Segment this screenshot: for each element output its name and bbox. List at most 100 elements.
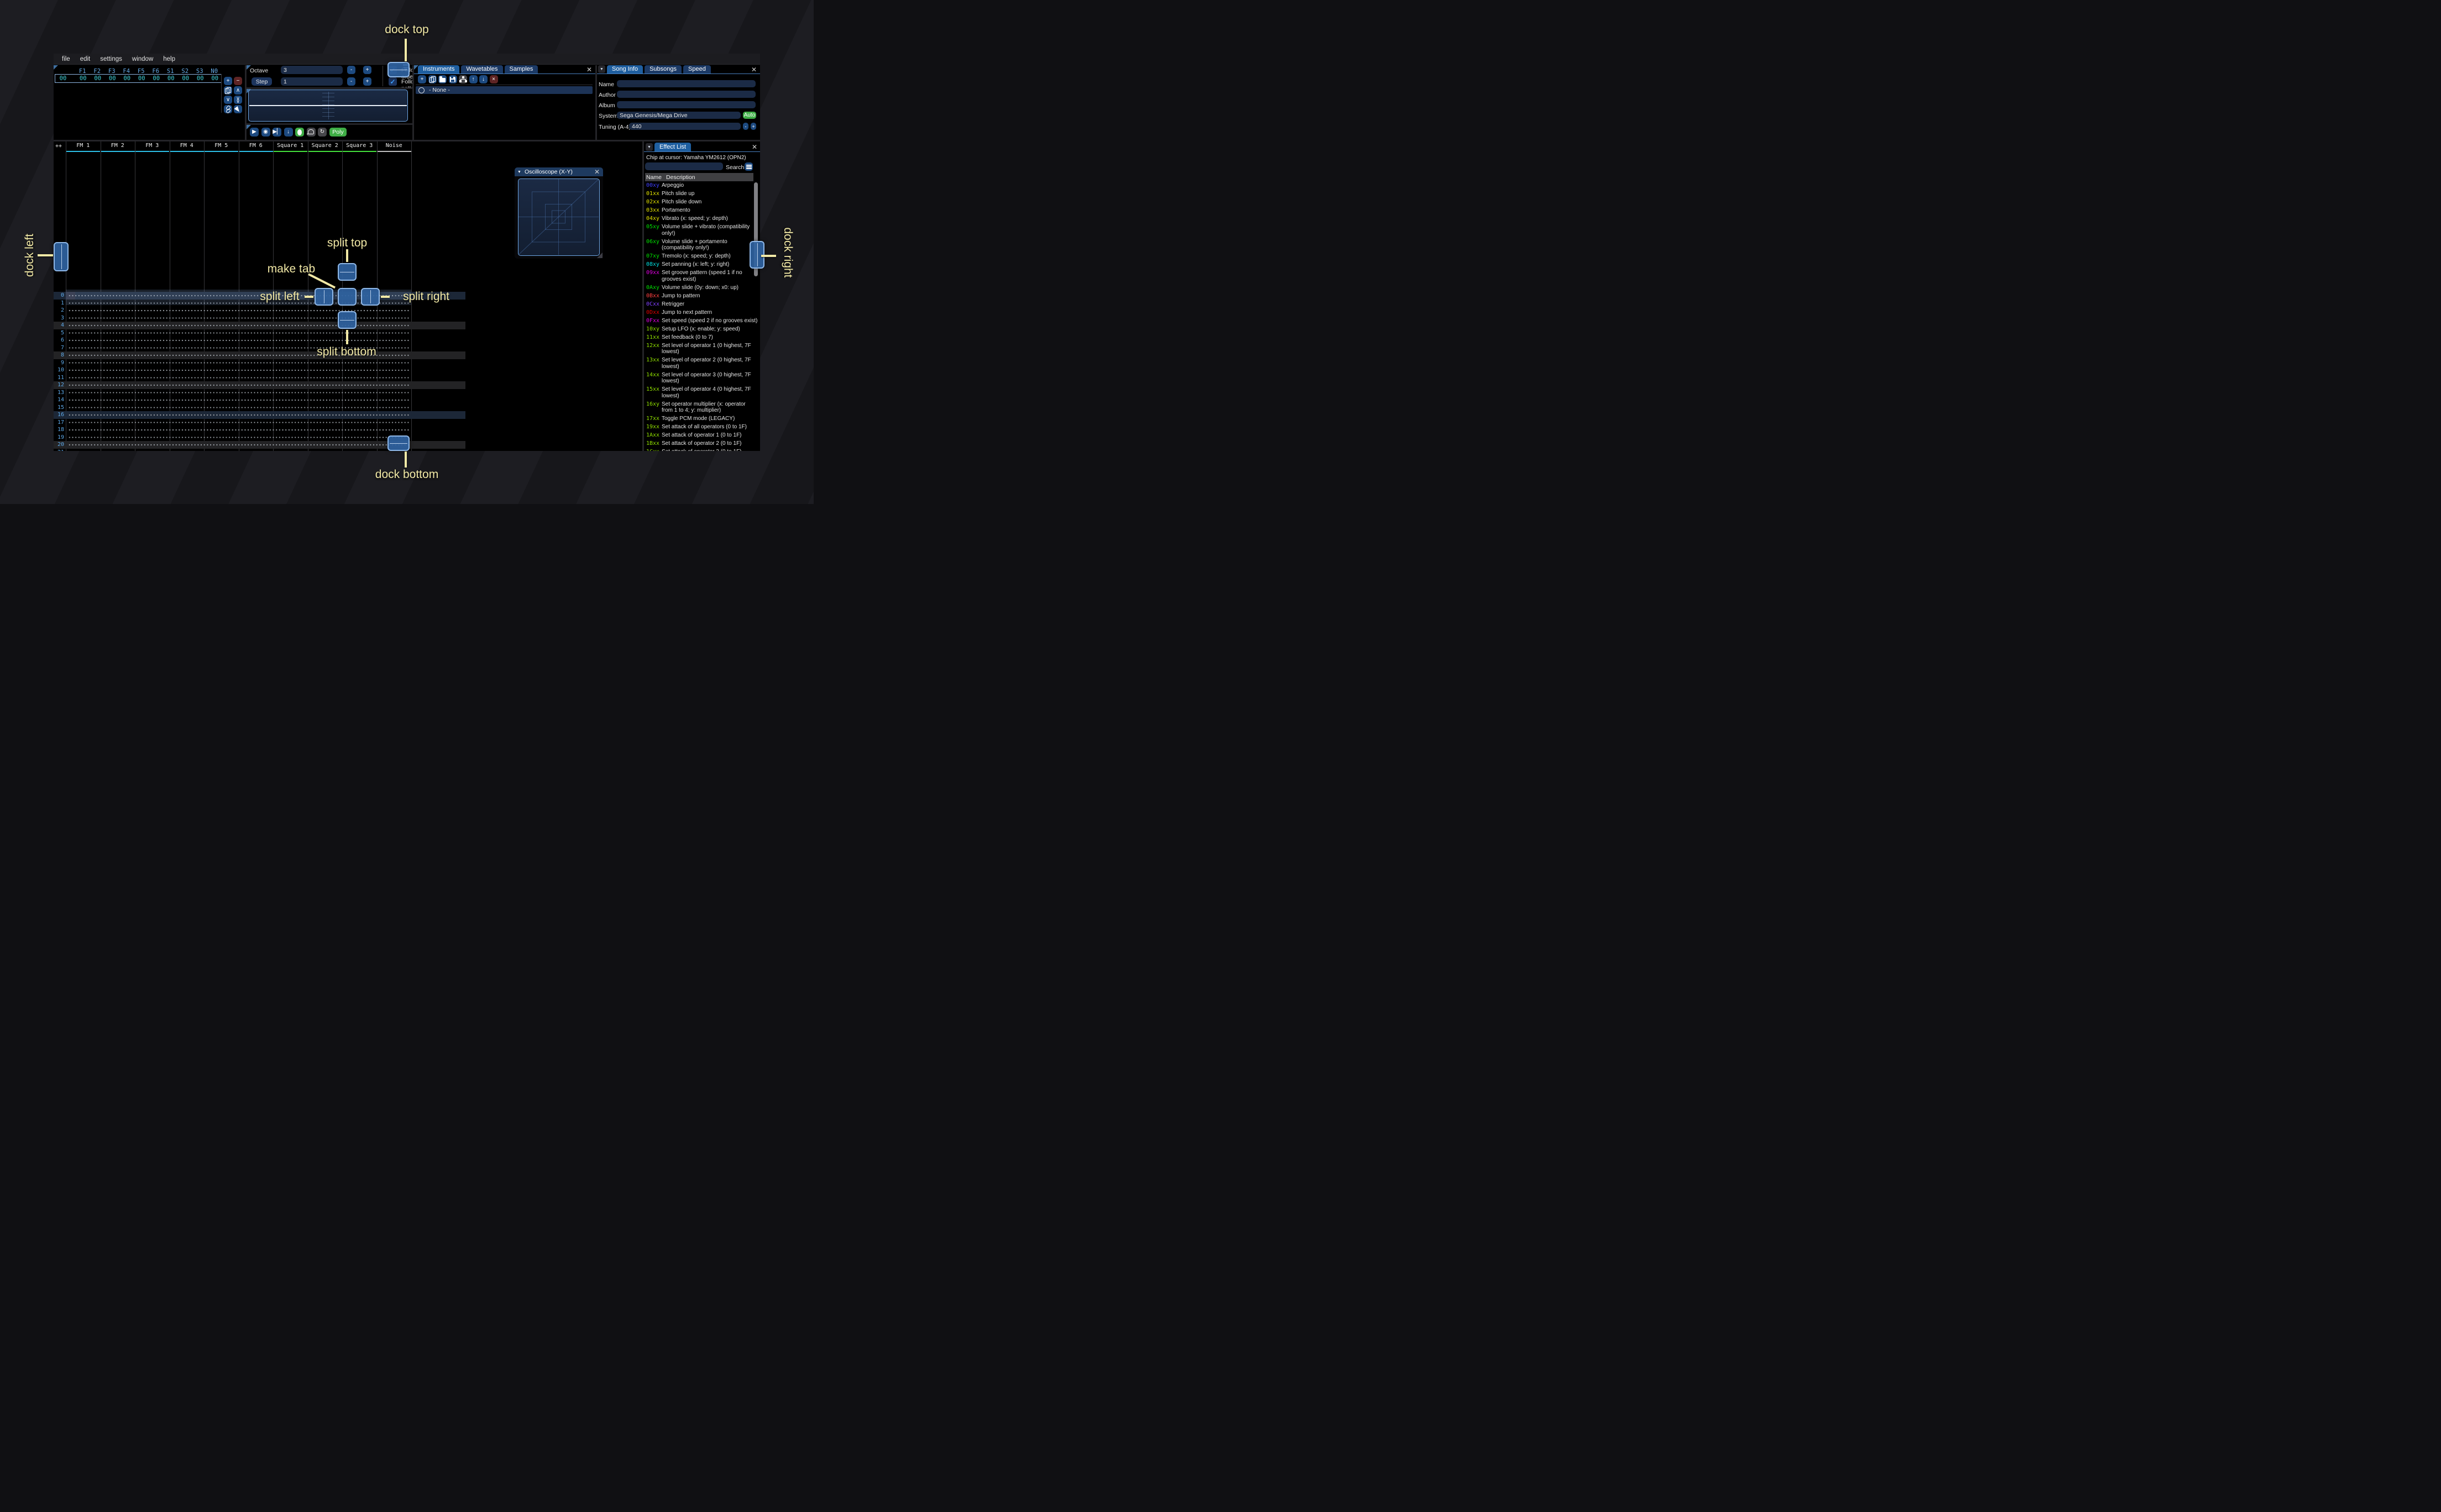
order-cell[interactable]: 00 bbox=[134, 75, 149, 82]
oscilloscope-xy-titlebar[interactable]: ▼ Oscilloscope (X-Y) ✕ bbox=[515, 167, 603, 176]
collapse-icon[interactable]: ▼ bbox=[598, 65, 605, 73]
play-button[interactable]: ▶ bbox=[250, 128, 259, 136]
effect-row-11xx[interactable]: 11xx Set feedback (0 to 7) bbox=[646, 334, 755, 341]
channel-header-square-3[interactable]: Square 3 bbox=[342, 143, 377, 150]
order-cell[interactable]: 00 bbox=[193, 75, 208, 82]
make-tab-button[interactable] bbox=[338, 288, 357, 306]
follow-pattern-checkbox[interactable]: ✓ bbox=[389, 77, 397, 86]
effect-row-00xy[interactable]: 00xy Arpeggio bbox=[646, 182, 755, 189]
dock-top-button[interactable] bbox=[387, 62, 410, 77]
play-one-row-button[interactable]: ▶▏ bbox=[273, 128, 281, 136]
save-instrument-button[interactable] bbox=[448, 75, 457, 83]
pattern-row-2[interactable]: 2 bbox=[54, 307, 465, 314]
pattern-row-16[interactable]: 16 bbox=[54, 411, 465, 419]
deep-clone-order-button[interactable] bbox=[224, 105, 232, 113]
effect-row-1Cxx[interactable]: 1CxxSet attack of operator 3 (0 to 1F) bbox=[646, 449, 755, 451]
menu-item-help[interactable]: help bbox=[158, 56, 180, 62]
duplicate-order-button[interactable] bbox=[224, 86, 232, 95]
pattern-row-18[interactable]: 18 bbox=[54, 426, 465, 434]
play-from-start-button[interactable]: ◉ bbox=[261, 128, 270, 136]
author-field[interactable] bbox=[617, 91, 756, 98]
step-down-button[interactable]: ↓ bbox=[284, 128, 293, 136]
metronome-button[interactable] bbox=[306, 128, 316, 136]
record-button[interactable] bbox=[295, 128, 304, 136]
effect-row-17xx[interactable]: 17xx Toggle PCM mode (LEGACY) bbox=[646, 416, 755, 422]
effect-row-0Axy[interactable]: 0Axy Volume slide (0y: down; x0: up) bbox=[646, 285, 755, 291]
split-right-button[interactable] bbox=[361, 288, 380, 306]
menu-item-settings[interactable]: settings bbox=[95, 56, 127, 62]
orders-selected-row[interactable]: 00 00 00 00 00 00 00 00 00 00 00 bbox=[55, 74, 222, 83]
effect-row-09xx[interactable]: 09xx Set groove pattern (speed 1 if no gro… bbox=[646, 270, 755, 282]
effect-row-04xy[interactable]: 04xy Vibrato (x: speed; y: depth) bbox=[646, 216, 755, 222]
collapse-icon[interactable]: ▼ bbox=[517, 170, 521, 174]
pattern-row-8[interactable]: 8 bbox=[54, 351, 465, 359]
pattern-row-4[interactable]: 4 bbox=[54, 322, 465, 329]
pattern-row-11[interactable]: 11 bbox=[54, 374, 465, 381]
pattern-row-15[interactable]: 15 bbox=[54, 403, 465, 411]
pattern-row-17[interactable]: 17 bbox=[54, 418, 465, 426]
effect-row-10xy[interactable]: 10xy Setup LFO (x: enable; y: speed) bbox=[646, 326, 755, 333]
search-input[interactable] bbox=[645, 162, 723, 170]
close-icon[interactable]: ✕ bbox=[752, 144, 757, 150]
channel-header-noise[interactable]: Noise bbox=[377, 143, 412, 150]
channel-header-fm-1[interactable]: FM 1 bbox=[66, 143, 101, 150]
duplicate-order-to-end-button[interactable]: ∨ ∨ bbox=[234, 96, 242, 104]
add-instrument-button[interactable]: + bbox=[418, 75, 426, 83]
order-cell[interactable]: 00 bbox=[76, 75, 91, 82]
tuning-field[interactable]: 440 bbox=[629, 123, 741, 130]
delete-instrument-button[interactable]: × bbox=[489, 75, 498, 83]
menu-item-file[interactable]: file bbox=[57, 56, 75, 62]
pattern-row-12[interactable]: 12 bbox=[54, 381, 465, 389]
pattern-row-3[interactable]: 3 bbox=[54, 314, 465, 322]
instrument-up-button[interactable]: ↑ bbox=[469, 75, 478, 83]
move-order-down-button[interactable]: ∨ bbox=[224, 96, 232, 104]
effect-row-08xy[interactable]: 08xy Set panning (x: left; y: right) bbox=[646, 261, 755, 268]
remove-order-button[interactable]: − bbox=[234, 77, 242, 85]
pattern-row-7[interactable]: 7 bbox=[54, 344, 465, 351]
step-increase-button[interactable]: + bbox=[363, 77, 371, 86]
effect-row-06xy[interactable]: 06xy Volume slide + portamento (compatibil… bbox=[646, 239, 755, 251]
order-cell[interactable]: 00 bbox=[164, 75, 179, 82]
close-icon[interactable]: ✕ bbox=[594, 169, 600, 175]
channel-header-square-1[interactable]: Square 1 bbox=[273, 143, 308, 150]
effect-row-1Bxx[interactable]: 1Bxx Set attack of operator 2 (0 to 1F) bbox=[646, 440, 755, 447]
instrument-list-item[interactable]: - None - bbox=[416, 86, 593, 94]
effect-row-01xx[interactable]: 01xx Pitch slide up bbox=[646, 191, 755, 197]
channel-header-fm-4[interactable]: FM 4 bbox=[170, 143, 205, 150]
tab-subsongs[interactable]: Subsongs bbox=[645, 65, 682, 74]
effect-row-0Cxx[interactable]: 0Cxx Retrigger bbox=[646, 301, 755, 308]
tuning-decrease-button[interactable]: - bbox=[743, 123, 748, 130]
octave-input[interactable]: 3 bbox=[281, 66, 343, 74]
order-cell[interactable]: 00 bbox=[120, 75, 135, 82]
instrument-folders-button[interactable] bbox=[459, 75, 467, 83]
order-cell[interactable]: 00 bbox=[179, 75, 193, 82]
channel-header-fm-6[interactable]: FM 6 bbox=[239, 143, 274, 150]
tab-wavetables[interactable]: Wavetables bbox=[461, 65, 503, 74]
order-change-mode-button[interactable] bbox=[234, 105, 242, 115]
menu-item-window[interactable]: window bbox=[127, 56, 158, 62]
collapse-icon[interactable]: ▼ bbox=[646, 143, 653, 151]
effect-row-0Fxx[interactable]: 0Fxx Set speed (speed 2 if no grooves exi… bbox=[646, 318, 757, 324]
effect-row-12xx[interactable]: 12xx Set level of operator 1 (0 highest, … bbox=[646, 343, 755, 355]
effect-row-13xx[interactable]: 13xx Set level of operator 2 (0 highest, … bbox=[646, 357, 755, 370]
channel-header-fm-2[interactable]: FM 2 bbox=[101, 143, 135, 150]
tab-instruments[interactable]: Instruments bbox=[418, 65, 460, 74]
order-cell[interactable]: 00 bbox=[149, 75, 164, 82]
effect-table-header[interactable]: Name Description bbox=[645, 173, 753, 181]
pattern-row-10[interactable]: 10 bbox=[54, 366, 465, 374]
effect-row-1Axx[interactable]: 1Axx Set attack of operator 1 (0 to 1F) bbox=[646, 432, 755, 439]
close-icon[interactable]: ✕ bbox=[751, 66, 757, 73]
resize-grip[interactable] bbox=[597, 253, 603, 258]
octave-decrease-button[interactable]: - bbox=[347, 66, 355, 74]
split-top-button[interactable] bbox=[338, 263, 357, 281]
repeat-pattern-button[interactable]: ↻ bbox=[318, 128, 327, 136]
open-instrument-button[interactable] bbox=[438, 75, 447, 83]
order-cell[interactable]: 00 bbox=[208, 75, 223, 82]
system-field[interactable]: Sega Genesis/Mega Drive bbox=[617, 112, 741, 119]
step-decrease-button[interactable]: - bbox=[347, 77, 355, 86]
effect-row-15xx[interactable]: 15xx Set level of operator 4 (0 highest, … bbox=[646, 386, 755, 399]
tuning-increase-button[interactable]: + bbox=[751, 123, 756, 130]
tab-samples[interactable]: Samples bbox=[504, 65, 538, 74]
effect-row-05xy[interactable]: 05xy Volume slide + vibrato (compatibilit… bbox=[646, 224, 755, 237]
effect-row-19xx[interactable]: 19xx Set attack of all operators (0 to 1F… bbox=[646, 424, 755, 431]
